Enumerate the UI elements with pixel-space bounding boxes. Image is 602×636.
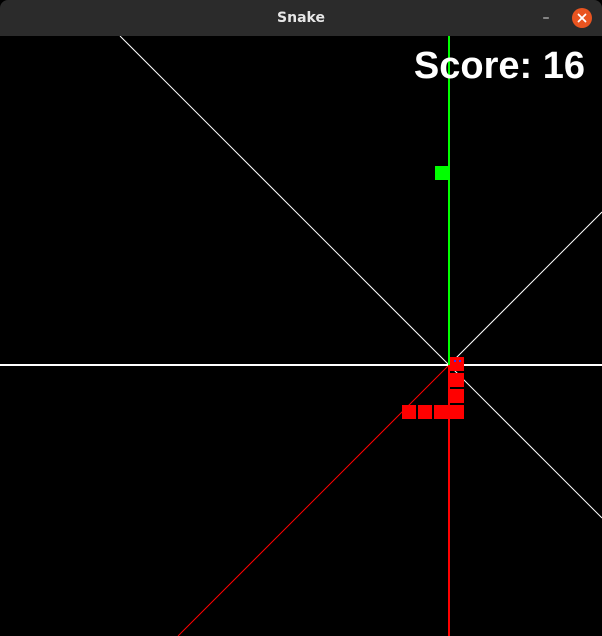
score-label: Score: 16 — [413, 45, 585, 87]
snake-segment — [450, 389, 464, 403]
close-button[interactable] — [572, 8, 592, 28]
snake-segment — [418, 405, 432, 419]
game-window: Snake – Score: 16 — [0, 0, 602, 636]
diagonal-line-up-left — [119, 36, 450, 366]
snake-eye-right — [459, 360, 461, 362]
food-pellet — [435, 166, 449, 180]
minimize-button[interactable]: – — [536, 8, 556, 28]
snake-segment — [402, 405, 416, 419]
title-bar[interactable]: Snake – — [0, 0, 602, 36]
window-title: Snake — [277, 10, 325, 26]
food-layer — [435, 166, 449, 180]
snake-segment — [450, 373, 464, 387]
game-canvas[interactable]: Score: 16 — [0, 36, 602, 636]
snake-segment — [434, 405, 448, 419]
close-icon — [577, 13, 587, 23]
snake-segment — [450, 405, 464, 419]
snake-head — [450, 357, 464, 371]
snake-layer — [402, 357, 464, 419]
diagonal-line-down-right — [448, 364, 602, 519]
snake-eye-left — [454, 360, 456, 362]
playfield — [0, 36, 602, 636]
diagonal-line-up-right — [448, 211, 602, 366]
